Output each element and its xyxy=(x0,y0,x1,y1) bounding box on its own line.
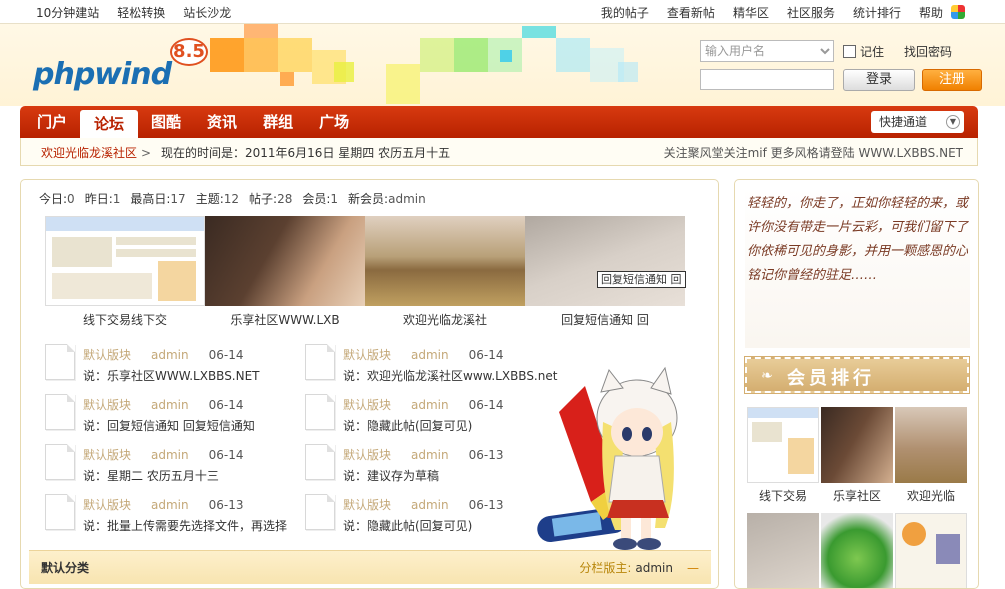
photo-thumb[interactable] xyxy=(365,216,525,306)
member-rank-title: 会员排行 xyxy=(787,368,875,389)
anime-mascot-illustration xyxy=(537,366,678,550)
nav-groups[interactable]: 群组 xyxy=(250,106,306,138)
top-links-bar: 10分钟建站 轻松转换 站长沙龙 我的帖子 查看新帖 精华区 社区服务 统计排行… xyxy=(0,0,1005,24)
site-header: phpwind 8.5 输入用户名 记住 找回密码 登录 注册 xyxy=(0,24,1005,106)
top-link-build-site[interactable]: 10分钟建站 xyxy=(36,4,99,21)
version-badge: 8.5 xyxy=(170,38,208,66)
quick-access-dropdown[interactable]: 快捷通道 ▼ xyxy=(871,111,964,133)
current-time: 现在的时间是：2011年6月16日 星期四 农历五月十五 xyxy=(161,146,451,160)
top-link-my-posts[interactable]: 我的帖子 xyxy=(601,4,649,21)
avatar[interactable] xyxy=(747,513,819,588)
photo-tooltip: 回复短信通知 回 xyxy=(597,271,686,288)
sidebar: 轻轻的，你走了，正如你轻轻的来，或许你没有带走一片云彩，可我们留下了你依稀可见的… xyxy=(734,179,979,589)
remember-label: 记住 xyxy=(860,45,885,59)
photo-thumb[interactable] xyxy=(525,216,685,306)
top-link-new-posts[interactable]: 查看新帖 xyxy=(667,4,715,21)
top-link-stats[interactable]: 统计排行 xyxy=(853,4,901,21)
leaf-icon: ❧ xyxy=(761,368,773,384)
nav-portal[interactable]: 门户 xyxy=(24,106,80,138)
nav-forum[interactable]: 论坛 xyxy=(80,110,139,138)
list-item[interactable]: 默认版块 admin 06-13 说：建议存为草稿 xyxy=(305,444,565,488)
stat-yesterday: 昨日:1 xyxy=(84,192,121,206)
username-select[interactable]: 输入用户名 xyxy=(700,40,834,62)
sidebar-poem-banner: 轻轻的，你走了，正如你轻轻的来，或许你没有带走一片云彩，可我们留下了你依稀可见的… xyxy=(745,188,970,348)
member-name[interactable]: 线下交易 xyxy=(747,487,819,504)
photo-slider xyxy=(45,216,685,306)
photo-caption[interactable]: 回复短信通知 回 xyxy=(525,311,685,328)
list-item[interactable]: 默认版块 admin 06-14 说：隐藏此帖(回复可见) xyxy=(305,394,565,438)
document-icon xyxy=(305,394,335,430)
document-icon xyxy=(305,494,335,530)
stat-peak: 最高日:17 xyxy=(130,192,186,206)
list-item[interactable]: 默认版块 admin 06-13 说：隐藏此帖(回复可见) xyxy=(305,494,565,538)
header-color-tiles xyxy=(200,24,660,106)
chevron-down-icon: ▼ xyxy=(946,115,960,129)
nav-plaza[interactable]: 广场 xyxy=(306,106,362,138)
avatar[interactable] xyxy=(821,407,893,483)
stat-members: 会员:1 xyxy=(302,192,339,206)
login-button[interactable]: 登录 xyxy=(843,69,915,91)
nav-gallery[interactable]: 图酷 xyxy=(138,106,194,138)
poem-text: 轻轻的，你走了，正如你轻轻的来，或许你没有带走一片云彩，可我们留下了你依稀可见的… xyxy=(747,196,969,283)
member-rank-header: ❧ 会员排行 xyxy=(744,356,970,394)
category-header: 默认分类 分栏版主: admin — xyxy=(29,550,711,584)
member-name[interactable]: 欢迎光临 xyxy=(895,487,967,504)
document-icon xyxy=(45,344,75,380)
list-item[interactable]: 默认版块 admin 06-14 说：星期二 农历五月十三 xyxy=(45,444,305,488)
nav-news[interactable]: 资讯 xyxy=(194,106,250,138)
photo-caption[interactable]: 乐享社区WWW.LXB xyxy=(205,311,365,328)
forum-stats: 今日:0 昨日:1 最高日:17 主题:12 帖子:28 会员:1 新会员:ad… xyxy=(39,190,426,207)
photo-caption[interactable]: 欢迎光临龙溪社 xyxy=(365,311,525,328)
document-icon xyxy=(45,494,75,530)
document-icon xyxy=(305,444,335,480)
list-item[interactable]: 默认版块 admin 06-14 说：欢迎光临龙溪社区www.LXBBS.net xyxy=(305,344,565,388)
photo-thumb[interactable] xyxy=(205,216,365,306)
main-nav: 门户 论坛 图酷 资讯 群组 广场 快捷通道 ▼ xyxy=(20,106,978,138)
stat-today: 今日:0 xyxy=(39,192,75,206)
stat-posts: 帖子:28 xyxy=(249,192,293,206)
document-icon xyxy=(45,444,75,480)
stat-topics: 主题:12 xyxy=(195,192,240,206)
collapse-icon[interactable]: — xyxy=(687,561,699,575)
avatar[interactable] xyxy=(821,513,893,588)
top-link-convert[interactable]: 轻松转换 xyxy=(117,4,165,21)
moderator-link[interactable]: admin xyxy=(635,561,673,575)
find-password-link[interactable]: 找回密码 xyxy=(904,43,952,60)
avatar[interactable] xyxy=(895,407,967,483)
stat-new-member: 新会员:admin xyxy=(348,192,426,206)
photo-thumb[interactable] xyxy=(45,216,205,306)
top-link-salon[interactable]: 站长沙龙 xyxy=(183,4,231,21)
document-icon xyxy=(45,394,75,430)
top-link-digest[interactable]: 精华区 xyxy=(733,4,769,21)
register-button[interactable]: 注册 xyxy=(922,69,982,91)
member-name[interactable]: 乐享社区 xyxy=(821,487,893,504)
breadcrumb[interactable]: 欢迎光临龙溪社区 > xyxy=(41,144,151,161)
password-input[interactable] xyxy=(700,69,834,90)
top-links-right: 我的帖子 查看新帖 精华区 社区服务 统计排行 帮助 xyxy=(601,4,943,21)
list-item[interactable]: 默认版块 admin 06-13 说：批量上传需要先选择文件，再选择 xyxy=(45,494,305,538)
quick-access-label: 快捷通道 xyxy=(879,115,928,129)
phpwind-logo[interactable]: phpwind xyxy=(33,57,172,92)
list-item[interactable]: 默认版块 admin 06-14 说：乐享社区WWW.LXBBS.NET xyxy=(45,344,305,388)
photo-caption[interactable]: 线下交易线下交 xyxy=(45,311,205,328)
category-title[interactable]: 默认分类 xyxy=(41,559,89,576)
remember-me[interactable]: 记住 xyxy=(843,43,884,60)
top-links-left: 10分钟建站 轻松转换 站长沙龙 xyxy=(36,4,231,21)
top-link-help[interactable]: 帮助 xyxy=(919,4,943,21)
avatar[interactable] xyxy=(895,513,967,588)
breadcrumb-bar: 欢迎光临龙溪社区 > 现在的时间是：2011年6月16日 星期四 农历五月十五 关… xyxy=(20,138,978,166)
document-icon xyxy=(305,344,335,380)
style-switch-icon[interactable] xyxy=(951,5,965,19)
list-item[interactable]: 默认版块 admin 06-14 说：回复短信通知 回复短信通知 xyxy=(45,394,305,438)
style-notice: 关注聚风堂关注mif 更多风格请登陆 WWW.LXBBS.NET xyxy=(663,146,963,160)
category-moderator: 分栏版主: admin — xyxy=(579,561,699,575)
top-link-services[interactable]: 社区服务 xyxy=(787,4,835,21)
main-panel: 今日:0 昨日:1 最高日:17 主题:12 帖子:28 会员:1 新会员:ad… xyxy=(20,179,719,589)
remember-checkbox[interactable] xyxy=(843,45,856,58)
avatar[interactable] xyxy=(747,407,819,483)
